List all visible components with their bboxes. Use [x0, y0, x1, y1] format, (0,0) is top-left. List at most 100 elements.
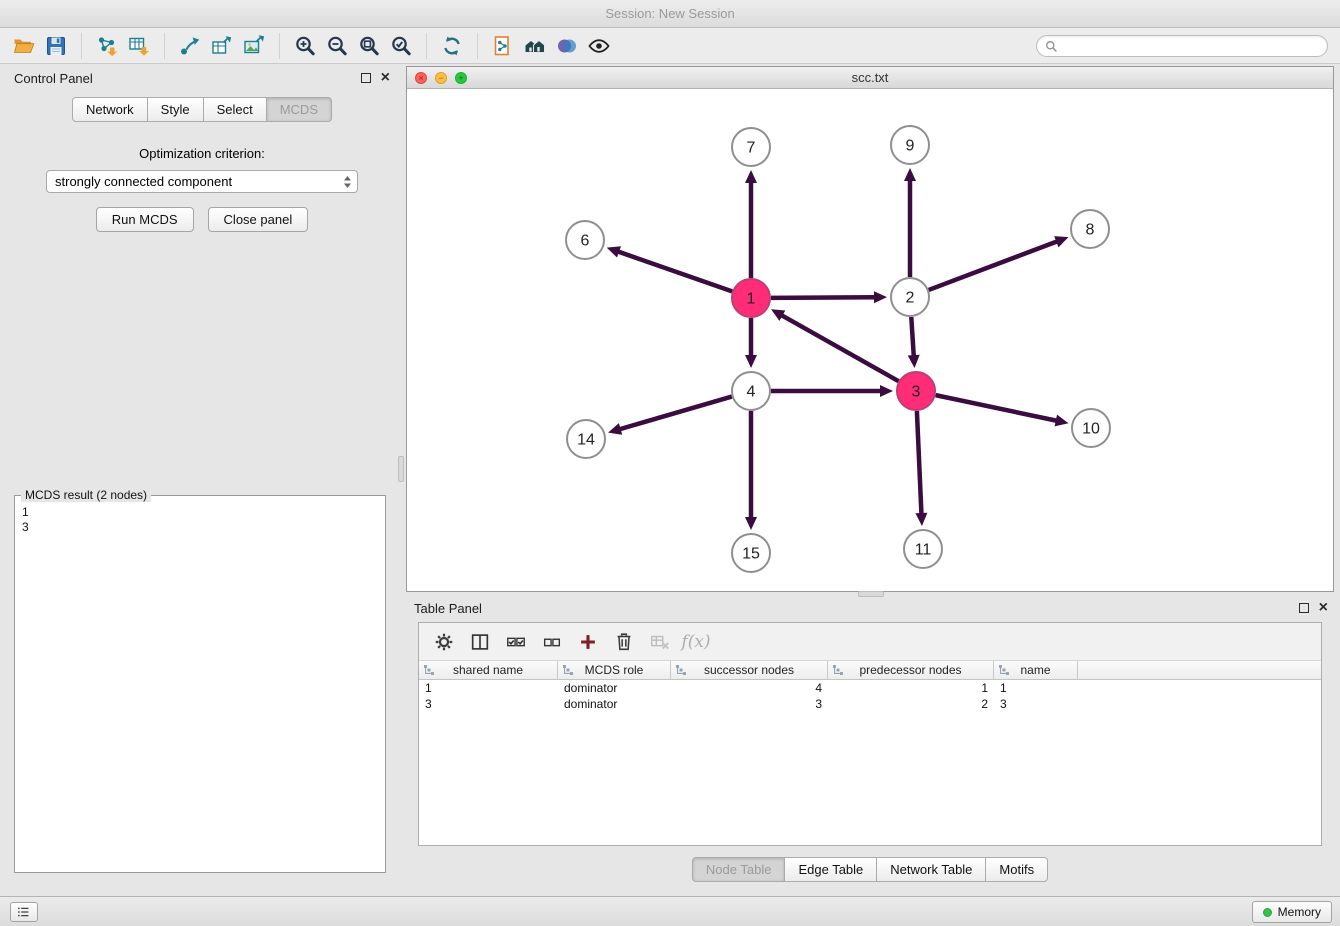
memory-status-icon: [1263, 908, 1272, 917]
close-panel-button[interactable]: Close panel: [208, 207, 309, 232]
graph-node-10[interactable]: 10: [1072, 409, 1110, 447]
optimization-criterion-select[interactable]: strongly connected component: [46, 170, 358, 193]
column-label: shared name: [453, 663, 523, 677]
cell[interactable]: 1: [419, 681, 558, 695]
graph-node-15[interactable]: 15: [732, 534, 770, 572]
export-network-icon[interactable]: [174, 31, 206, 61]
first-neighbors-icon[interactable]: [519, 31, 551, 61]
cell[interactable]: 4: [671, 681, 828, 695]
graph-edge-3-10[interactable]: [936, 395, 1069, 426]
horizontal-splitter-handle[interactable]: [858, 591, 884, 597]
close-table-panel-icon[interactable]: ×: [1319, 603, 1328, 613]
export-table-icon[interactable]: [206, 31, 238, 61]
zoom-selected-icon[interactable]: [385, 31, 417, 61]
vertical-splitter-handle[interactable]: [398, 456, 404, 482]
graph-node-3[interactable]: 3: [897, 372, 935, 410]
select-all-icon[interactable]: [501, 628, 531, 656]
tab-edge-table[interactable]: Edge Table: [785, 857, 877, 882]
graph-node-14[interactable]: 14: [567, 420, 605, 458]
import-table-from-file-icon[interactable]: [123, 31, 155, 61]
graph-edge-2-3[interactable]: [908, 317, 920, 368]
tab-mcds[interactable]: MCDS: [267, 97, 332, 122]
graph-node-7[interactable]: 7: [732, 128, 770, 166]
app-titlebar: Session: New Session: [0, 0, 1340, 28]
network-graph[interactable]: 7 9 6 8 1 2 4 3 14 10 15 11: [407, 89, 1333, 591]
refresh-network-icon[interactable]: [436, 31, 468, 61]
column-header-successor-nodes[interactable]: successor nodes: [671, 661, 828, 679]
trash-icon[interactable]: [609, 628, 639, 656]
float-table-panel-icon[interactable]: [1299, 603, 1309, 613]
graph-node-2[interactable]: 2: [891, 278, 929, 316]
close-panel-icon[interactable]: ×: [381, 73, 390, 83]
window-title: Session: New Session: [605, 6, 734, 21]
graph-edge-3-11[interactable]: [915, 411, 927, 526]
graph-edge-2-8[interactable]: [929, 236, 1069, 290]
close-window-icon[interactable]: ×: [415, 72, 427, 84]
cell[interactable]: 1: [828, 681, 994, 695]
share-document-icon[interactable]: [487, 31, 519, 61]
zoom-fit-icon[interactable]: [353, 31, 385, 61]
column-header-name[interactable]: name: [994, 661, 1078, 679]
svg-text:1: 1: [747, 291, 756, 308]
graph-edge-3-1[interactable]: [771, 309, 899, 381]
cell[interactable]: 3: [671, 697, 828, 711]
svg-text:10: 10: [1082, 421, 1100, 438]
deselect-all-icon[interactable]: [537, 628, 567, 656]
add-icon[interactable]: [573, 628, 603, 656]
graph-node-8[interactable]: 8: [1071, 210, 1109, 248]
float-window-icon[interactable]: [361, 73, 371, 83]
zoom-out-icon[interactable]: [321, 31, 353, 61]
save-icon[interactable]: [40, 31, 72, 61]
graph-edge-4-15[interactable]: [745, 411, 757, 530]
network-canvas[interactable]: 7 9 6 8 1 2 4 3 14 10 15 11: [407, 89, 1333, 591]
column-header-shared-name[interactable]: shared name: [419, 661, 558, 679]
minimize-window-icon[interactable]: −: [435, 72, 447, 84]
cell[interactable]: 3: [994, 697, 1078, 711]
cell[interactable]: dominator: [558, 697, 671, 711]
zoom-in-icon[interactable]: [289, 31, 321, 61]
apply-style-icon[interactable]: [551, 31, 583, 61]
graph-edge-1-6[interactable]: [607, 246, 732, 291]
graph-edge-4-14[interactable]: [608, 397, 732, 435]
graph-node-1[interactable]: 1: [732, 279, 770, 317]
tab-node-table[interactable]: Node Table: [692, 857, 786, 882]
columns-icon[interactable]: [465, 628, 495, 656]
task-history-button[interactable]: [10, 902, 38, 922]
graph-edge-1-7[interactable]: [745, 170, 757, 278]
zoom-window-icon[interactable]: +: [455, 72, 467, 84]
run-mcds-button[interactable]: Run MCDS: [96, 207, 194, 232]
tab-motifs[interactable]: Motifs: [986, 857, 1048, 882]
search-box[interactable]: [1036, 35, 1328, 57]
cell[interactable]: dominator: [558, 681, 671, 695]
network-window-titlebar[interactable]: × − + scc.txt: [407, 67, 1333, 89]
tab-network-table[interactable]: Network Table: [877, 857, 986, 882]
graph-edge-4-3[interactable]: [771, 385, 893, 397]
tab-style[interactable]: Style: [148, 97, 204, 122]
column-header-predecessor-nodes[interactable]: predecessor nodes: [828, 661, 994, 679]
export-image-icon[interactable]: [238, 31, 270, 61]
import-network-from-file-icon[interactable]: [91, 31, 123, 61]
eye-icon[interactable]: [583, 31, 615, 61]
graph-edge-1-2[interactable]: [771, 291, 887, 303]
column-header-mcds-role[interactable]: MCDS role: [558, 661, 671, 679]
svg-text:2: 2: [906, 290, 915, 307]
graph-node-11[interactable]: 11: [904, 530, 942, 568]
cell[interactable]: 2: [828, 697, 994, 711]
tab-select[interactable]: Select: [204, 97, 267, 122]
open-folder-icon[interactable]: [8, 31, 40, 61]
status-bar: Memory: [0, 896, 1340, 926]
memory-button[interactable]: Memory: [1252, 901, 1332, 923]
graph-edge-2-9[interactable]: [904, 168, 916, 277]
search-input[interactable]: [1058, 39, 1327, 53]
gear-icon[interactable]: [429, 628, 459, 656]
cell[interactable]: 3: [419, 697, 558, 711]
control-panel-tabs: NetworkStyleSelectMCDS: [8, 97, 396, 122]
mcds-result-group: MCDS result (2 nodes) 13: [14, 495, 386, 873]
cell[interactable]: 1: [994, 681, 1078, 695]
hierarchy-icon: [998, 664, 1010, 679]
graph-node-6[interactable]: 6: [566, 221, 604, 259]
graph-edge-1-4[interactable]: [745, 318, 757, 368]
graph-node-4[interactable]: 4: [732, 372, 770, 410]
graph-node-9[interactable]: 9: [891, 126, 929, 164]
tab-network[interactable]: Network: [72, 97, 148, 122]
